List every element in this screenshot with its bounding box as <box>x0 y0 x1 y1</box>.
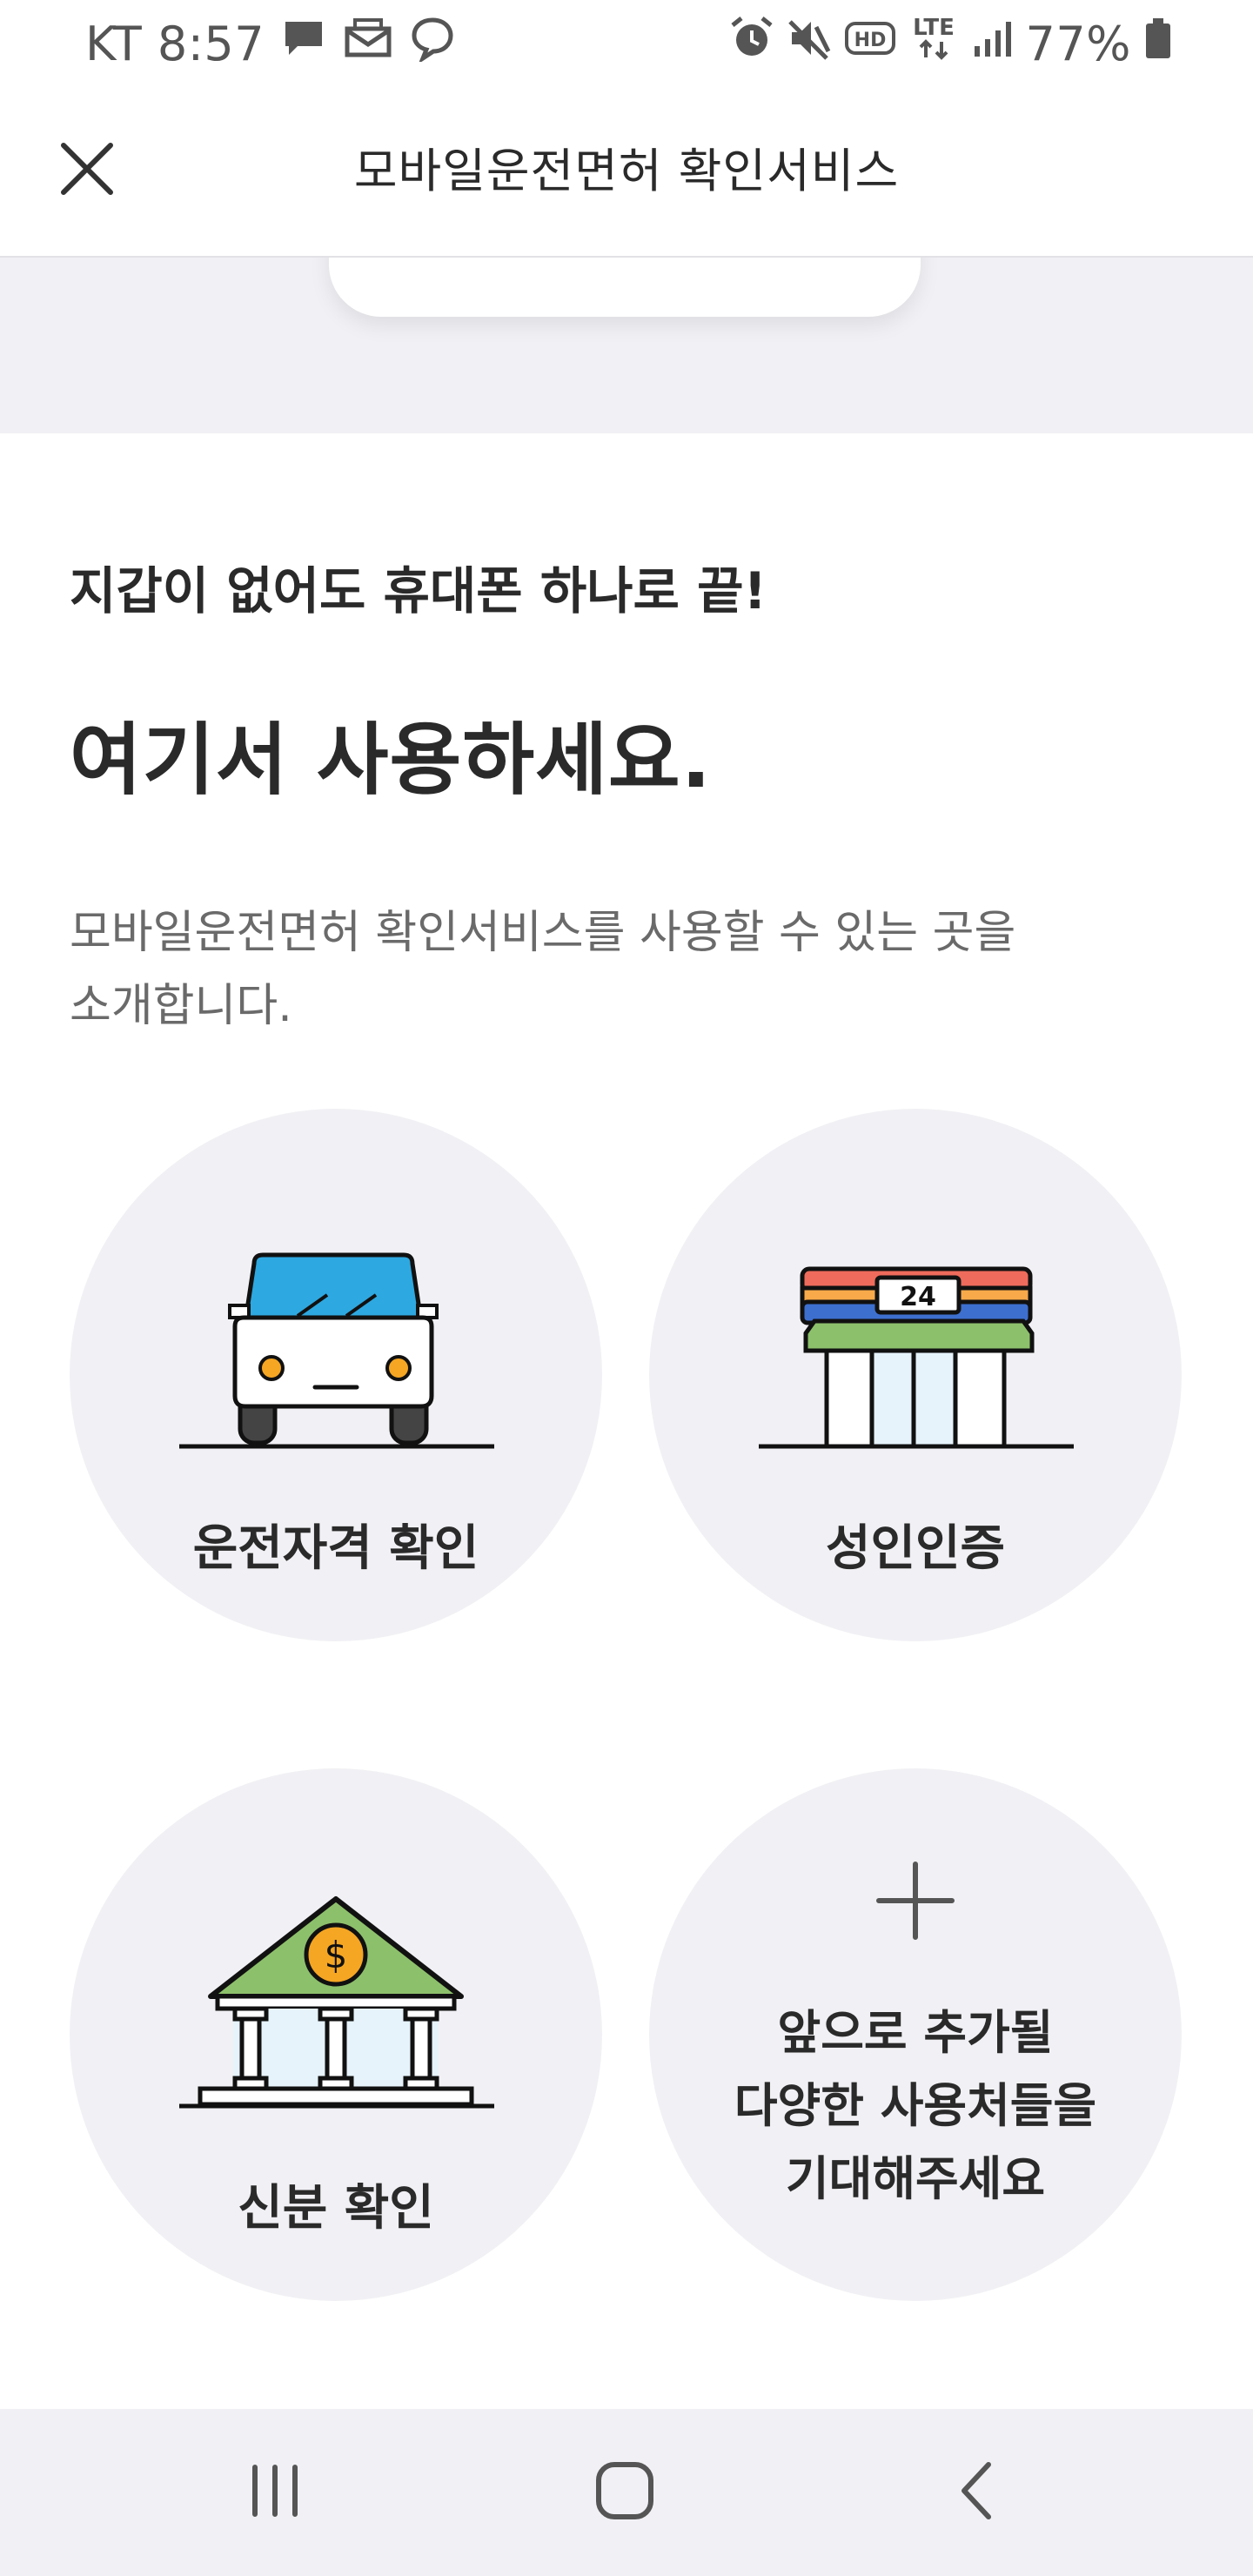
carrier-time: KT 8:57 <box>85 16 265 71</box>
tile-identity-verification[interactable]: $ 신분 확인 <box>70 1768 602 2301</box>
tile-adult-verification[interactable]: 24 성인인증 <box>649 1109 1182 1641</box>
back-button[interactable] <box>924 2449 1029 2536</box>
intro-subtitle: 지갑이 없어도 휴대폰 하나로 끝! <box>70 561 767 621</box>
status-left: KT 8:57 <box>85 12 456 75</box>
mute-icon <box>787 15 832 73</box>
battery-icon <box>1143 15 1173 73</box>
bank-symbol: $ <box>325 1934 348 1976</box>
recent-apps-icon <box>245 2460 305 2525</box>
tile-label: 신분 확인 <box>238 2180 434 2237</box>
hd-label: HD <box>854 30 887 51</box>
tile-label: 성인인증 <box>825 1520 1006 1577</box>
tile-coming-soon[interactable]: 앞으로 추가될 다양한 사용처들을 기대해주세요 <box>649 1768 1182 2301</box>
intro-description-line2: 소개합니다. <box>70 980 292 1032</box>
page-title: 모바일운전면허 확인서비스 <box>353 144 900 198</box>
back-icon <box>950 2459 1002 2526</box>
store-sign-number: 24 <box>900 1282 936 1312</box>
tile-driving-qualification[interactable]: 운전자격 확인 <box>70 1109 602 1641</box>
recent-apps-button[interactable] <box>223 2449 327 2536</box>
banner-card[interactable] <box>329 258 921 317</box>
banner-area <box>0 258 1253 433</box>
lte-label: LTE <box>914 15 955 41</box>
coming-soon-line1: 앞으로 추가될 <box>777 2005 1054 2060</box>
status-right: HD LTE 77% <box>729 12 1173 75</box>
home-button[interactable] <box>573 2449 677 2536</box>
status-bar: KT 8:57 HD LTE 77% <box>0 0 1253 87</box>
home-icon <box>593 2459 656 2526</box>
tile-label: 운전자격 확인 <box>192 1520 479 1577</box>
alarm-icon <box>729 15 774 73</box>
mail-icon <box>343 15 393 73</box>
app-bar: 모바일운전면허 확인서비스 <box>0 87 1253 258</box>
hd-icon: HD <box>844 15 896 73</box>
car-windshield <box>243 1252 424 1324</box>
signal-icon <box>971 15 1013 73</box>
coming-soon-line3: 기대해주세요 <box>785 2151 1046 2206</box>
intro-description-line1: 모바일운전면허 확인서비스를 사용할 수 있는 곳을 <box>70 907 1016 959</box>
intro-title: 여기서 사용하세요. <box>70 714 712 806</box>
coming-soon-line2: 다양한 사용처들을 <box>734 2078 1097 2133</box>
page: KT 8:57 HD LTE 77% 모바일운전면허 확인서비스 지갑이 없어도… <box>0 0 1253 2576</box>
lte-icon: LTE <box>908 12 959 76</box>
intro-description: 모바일운전면허 확인서비스를 사용할 수 있는 곳을 소개합니다. <box>70 896 1149 1043</box>
chat-icon <box>280 15 327 73</box>
coming-soon-text: 앞으로 추가될 다양한 사용처들을 기대해주세요 <box>649 1996 1182 2216</box>
battery-percent: 77% <box>1025 16 1131 71</box>
navigation-bar <box>0 2409 1253 2576</box>
messenger-icon <box>409 15 456 73</box>
